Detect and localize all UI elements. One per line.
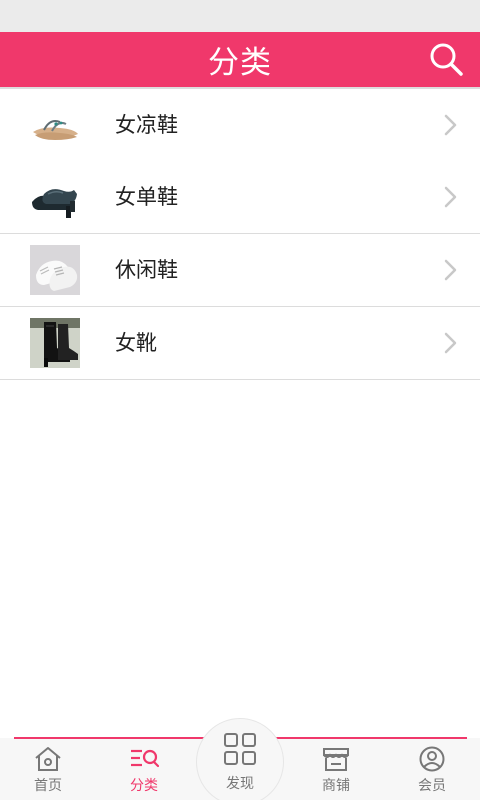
sneaker-icon	[30, 245, 80, 295]
app-header: 分类	[0, 32, 480, 87]
tab-member[interactable]: 会员	[384, 740, 480, 800]
category-item-boots[interactable]: 女靴	[0, 307, 480, 380]
sandal-icon	[30, 100, 80, 150]
search-icon[interactable]	[428, 41, 464, 77]
chevron-right-icon	[444, 186, 457, 208]
tab-label: 会员	[418, 778, 446, 794]
category-label: 休闲鞋	[115, 258, 178, 282]
chevron-right-icon	[444, 259, 457, 281]
category-item-casual[interactable]: 休闲鞋	[0, 234, 480, 307]
shoe-icon	[30, 172, 80, 222]
category-list: 女凉鞋 女单鞋 休闲鞋 女靴	[0, 89, 480, 380]
grid-icon	[224, 733, 256, 765]
page-title: 分类	[208, 45, 272, 81]
tab-home[interactable]: 首页	[0, 740, 96, 800]
tab-label: 商铺	[322, 778, 350, 794]
category-label: 女靴	[115, 331, 157, 355]
tab-label: 发现	[226, 776, 254, 792]
tab-store[interactable]: 商铺	[288, 740, 384, 800]
user-icon	[419, 746, 445, 772]
category-label: 女凉鞋	[115, 113, 178, 137]
tab-label: 分类	[130, 778, 158, 794]
tab-category[interactable]: 分类	[96, 740, 192, 800]
chevron-right-icon	[444, 332, 457, 354]
status-bar	[0, 0, 480, 32]
category-item-pumps[interactable]: 女单鞋	[0, 161, 480, 234]
tab-discover[interactable]: 发现	[196, 728, 284, 800]
store-icon	[323, 748, 349, 771]
boot-icon	[30, 318, 80, 368]
category-item-sandals[interactable]: 女凉鞋	[0, 89, 480, 161]
category-label: 女单鞋	[115, 185, 178, 209]
home-icon	[35, 747, 61, 771]
chevron-right-icon	[444, 114, 457, 136]
tab-label: 首页	[34, 778, 62, 794]
category-icon	[131, 749, 159, 768]
